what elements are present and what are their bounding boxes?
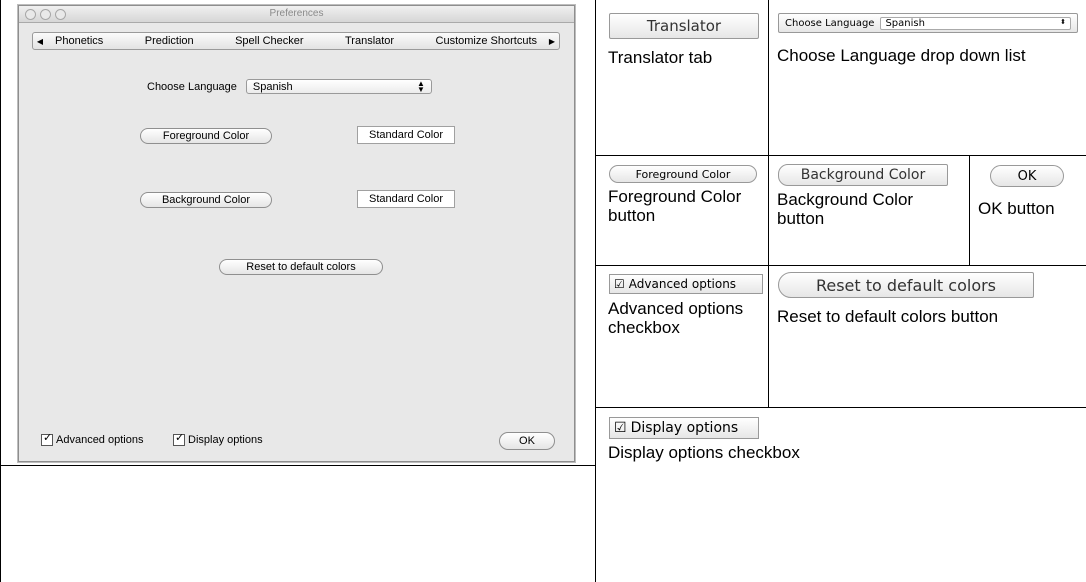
checkmark-icon: ✓ <box>43 432 53 444</box>
zoom-button[interactable] <box>55 9 66 20</box>
language-select-caption: Choose Language drop down list <box>777 46 1026 65</box>
language-image-label: Choose Language <box>785 17 875 29</box>
table-row-line-3 <box>595 407 1086 408</box>
ok-button-image: OK <box>990 165 1064 187</box>
tab-phonetics[interactable]: Phonetics <box>55 35 103 47</box>
window-controls <box>25 9 66 20</box>
tab-scroll-left-icon[interactable]: ◀ <box>33 37 47 46</box>
tab-list: Phonetics Prediction Spell Checker Trans… <box>47 35 545 47</box>
display-checkbox-box[interactable]: ✓ <box>173 432 185 446</box>
checkmark-icon: ✓ <box>175 432 185 444</box>
tab-bar: ◀ Phonetics Prediction Spell Checker Tra… <box>32 32 560 50</box>
ok-button-label: OK <box>519 435 535 447</box>
ok-button-caption: OK button <box>978 199 1055 218</box>
background-color-button[interactable]: Background Color <box>140 192 272 208</box>
language-row: Choose Language Spanish ▲ ▼ <box>147 79 432 94</box>
advanced-checkbox-image-label: Advanced options <box>628 277 737 291</box>
display-options-checkbox[interactable]: ✓ Display options <box>173 432 263 446</box>
table-border-left <box>0 0 1 582</box>
background-color-button-label: Background Color <box>161 194 251 206</box>
advanced-checkbox-caption: Advanced options checkbox <box>608 299 744 337</box>
table-divider-left <box>0 465 595 466</box>
language-image-value: Spanish <box>885 17 925 29</box>
foreground-swatch-label: Standard Color <box>369 129 443 141</box>
tab-translator[interactable]: Translator <box>345 35 394 47</box>
background-button-caption: Background Color button <box>777 190 914 228</box>
tab-spell-checker[interactable]: Spell Checker <box>235 35 303 47</box>
reset-button-image-label: Reset to default colors <box>815 275 997 295</box>
ok-button[interactable]: OK <box>499 432 555 450</box>
foreground-color-swatch: Standard Color <box>357 126 455 144</box>
language-label: Choose Language <box>147 80 237 93</box>
language-select[interactable]: Spanish ▲ ▼ <box>245 78 432 94</box>
table-row-line-1 <box>595 155 1086 156</box>
display-options-label: Display options <box>188 434 263 446</box>
display-checkbox-image-label: Display options <box>630 420 739 436</box>
reset-colors-button[interactable]: Reset to default colors <box>219 259 383 275</box>
tab-prediction[interactable]: Prediction <box>145 35 194 47</box>
language-image-select: Spanish ⬍ <box>880 16 1071 30</box>
background-swatch-label: Standard Color <box>369 193 443 205</box>
reset-button-caption: Reset to default colors button <box>777 307 999 326</box>
foreground-color-button[interactable]: Foreground Color <box>140 128 272 144</box>
tab-customize-shortcuts[interactable]: Customize Shortcuts <box>436 35 537 47</box>
preferences-window: Preferences ◀ Phonetics Prediction Spell… <box>18 5 575 462</box>
checkmark-icon: ☑ <box>614 420 627 436</box>
table-divider-r1 <box>768 0 769 407</box>
foreground-button-caption: Foreground Color button <box>608 187 742 225</box>
table-row-line-2 <box>595 265 1086 266</box>
advanced-options-label: Advanced options <box>56 434 144 446</box>
window-title: Preferences <box>269 8 324 19</box>
table-divider-main <box>595 0 596 582</box>
display-checkbox-caption: Display options checkbox <box>608 443 800 462</box>
foreground-button-image: Foreground Color <box>609 165 757 183</box>
advanced-checkbox-image: ☑ Advanced options <box>609 274 763 294</box>
foreground-button-image-label: Foreground Color <box>635 167 731 181</box>
updown-arrows-icon: ⬍ <box>1060 17 1066 26</box>
table-divider-r2 <box>969 155 970 265</box>
checkmark-icon: ☑ <box>614 277 625 291</box>
background-color-swatch: Standard Color <box>357 190 455 208</box>
updown-arrows-icon: ▲ ▼ <box>417 78 425 94</box>
translator-tab-caption: Translator tab <box>608 48 713 67</box>
ok-button-image-label: OK <box>1017 168 1037 184</box>
background-button-image-label: Background Color <box>800 167 926 183</box>
reset-button-image: Reset to default colors <box>778 272 1034 298</box>
language-select-value: Spanish <box>252 80 293 93</box>
reset-colors-button-label: Reset to default colors <box>246 261 356 273</box>
title-bar: Preferences <box>19 6 574 23</box>
advanced-options-checkbox[interactable]: ✓ Advanced options <box>41 432 144 446</box>
translator-tab-image: Translator <box>609 13 759 39</box>
language-select-image: Choose Language Spanish ⬍ <box>778 13 1078 33</box>
foreground-color-button-label: Foreground Color <box>162 130 250 142</box>
translator-tab-image-label: Translator <box>646 17 722 35</box>
minimize-button[interactable] <box>40 9 51 20</box>
close-button[interactable] <box>25 9 36 20</box>
tab-scroll-right-icon[interactable]: ▶ <box>545 37 559 46</box>
advanced-checkbox-box[interactable]: ✓ <box>41 432 53 446</box>
background-button-image: Background Color <box>778 164 948 186</box>
display-checkbox-image: ☑ Display options <box>609 417 759 439</box>
